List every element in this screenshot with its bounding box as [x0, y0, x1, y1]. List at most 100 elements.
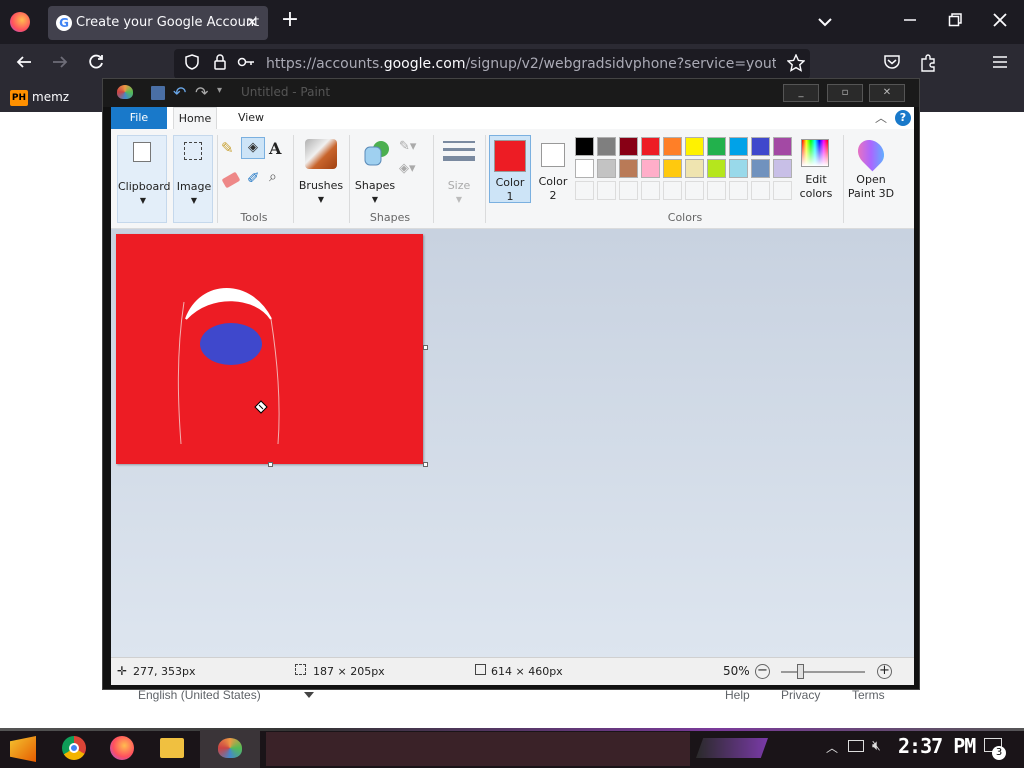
redo-icon[interactable]: ↷ [195, 83, 208, 102]
image-button[interactable]: Image ▼ [173, 135, 213, 223]
extensions-puzzle-icon[interactable] [918, 54, 938, 77]
permissions-key-icon[interactable] [236, 54, 256, 75]
palette-swatch[interactable] [729, 137, 748, 156]
color-picker-icon[interactable]: ✐ [247, 169, 260, 187]
forward-arrow-icon[interactable] [50, 54, 70, 75]
palette-swatch[interactable] [663, 159, 682, 178]
hamburger-menu-icon[interactable] [990, 54, 1010, 74]
resize-handle-bottom[interactable] [268, 462, 273, 467]
palette-swatch[interactable] [575, 159, 594, 178]
palette-swatch[interactable] [685, 159, 704, 178]
resize-handle-corner[interactable] [423, 462, 428, 467]
palette-swatch[interactable] [707, 137, 726, 156]
paint-close-button[interactable]: ✕ [869, 84, 905, 102]
tab-file[interactable]: File [111, 107, 167, 129]
zoom-in-button[interactable]: + [877, 664, 892, 679]
open-paint3d-button[interactable]: Open Paint 3D [847, 134, 895, 209]
firefox-menu-icon[interactable] [10, 12, 30, 32]
undo-icon[interactable]: ↶ [173, 83, 186, 102]
help-icon[interactable]: ? [895, 110, 911, 126]
firefox-taskbar-icon[interactable] [110, 736, 134, 760]
palette-empty-slot[interactable] [751, 181, 770, 200]
edit-colors-button[interactable]: Edit colors [793, 135, 839, 209]
palette-swatch[interactable] [597, 159, 616, 178]
reload-icon[interactable] [86, 54, 106, 75]
fill-bucket-icon[interactable]: ◈ [241, 137, 265, 159]
chrome-icon[interactable] [62, 736, 86, 760]
palette-empty-slot[interactable] [597, 181, 616, 200]
tab-view[interactable]: View [229, 107, 273, 129]
tab-home[interactable]: Home [173, 107, 217, 129]
footer-help-link[interactable]: Help [725, 688, 750, 702]
footer-privacy-link[interactable]: Privacy [781, 688, 820, 702]
palette-empty-slot[interactable] [729, 181, 748, 200]
minimize-window-button[interactable] [900, 12, 920, 32]
url-text[interactable]: https://accounts.google.com/signup/v2/we… [266, 56, 776, 72]
palette-swatch[interactable] [619, 159, 638, 178]
tracking-shield-icon[interactable] [182, 54, 202, 75]
magnifier-icon[interactable]: ⌕ [269, 169, 277, 185]
eraser-icon[interactable] [221, 171, 241, 189]
start-button[interactable] [10, 736, 36, 762]
file-explorer-icon[interactable] [160, 738, 184, 758]
palette-swatch[interactable] [707, 159, 726, 178]
resize-handle-right[interactable] [423, 345, 428, 350]
palette-swatch[interactable] [619, 137, 638, 156]
paint-minimize-button[interactable]: _ [783, 84, 819, 102]
show-hidden-icons-chevron[interactable]: ︿ [826, 739, 838, 756]
palette-swatch[interactable] [729, 159, 748, 178]
zoom-slider-track[interactable] [781, 671, 865, 673]
palette-empty-slot[interactable] [663, 181, 682, 200]
palette-empty-slot[interactable] [575, 181, 594, 200]
bookmark-star-icon[interactable] [786, 53, 806, 77]
close-window-button[interactable] [990, 12, 1010, 32]
text-tool-icon[interactable]: A [269, 139, 287, 158]
palette-swatch[interactable] [597, 137, 616, 156]
palette-swatch[interactable] [685, 137, 704, 156]
shapes-button[interactable]: Shapes ▼ [353, 135, 397, 209]
palette-empty-slot[interactable] [707, 181, 726, 200]
new-tab-button[interactable]: + [278, 9, 302, 31]
pocket-icon[interactable] [882, 54, 902, 75]
list-tabs-chevron-icon[interactable] [815, 12, 835, 32]
taskbar-clock[interactable]: 2:37 PM [898, 734, 976, 758]
paint-taskbar-button[interactable] [200, 730, 260, 768]
palette-swatch[interactable] [773, 137, 792, 156]
palette-swatch[interactable] [751, 159, 770, 178]
color1-button[interactable]: Color 1 [489, 135, 531, 203]
brushes-button[interactable]: Brushes ▼ [297, 135, 345, 209]
pencil-icon[interactable]: ✎ [221, 139, 239, 157]
close-tab-icon[interactable]: ✕ [242, 13, 262, 33]
customize-qat-icon[interactable]: ▾ [217, 85, 222, 96]
network-icon[interactable] [848, 740, 864, 752]
palette-swatch[interactable] [641, 137, 660, 156]
language-selector[interactable]: English (United States) [138, 688, 314, 702]
zoom-out-button[interactable]: − [755, 664, 770, 679]
palette-swatch[interactable] [751, 137, 770, 156]
palette-swatch[interactable] [663, 137, 682, 156]
palette-empty-slot[interactable] [773, 181, 792, 200]
lock-icon[interactable] [210, 54, 230, 75]
color2-button[interactable]: Color 2 [533, 135, 573, 203]
zoom-slider-thumb[interactable] [797, 664, 804, 679]
back-arrow-icon[interactable] [14, 54, 34, 75]
palette-empty-slot[interactable] [685, 181, 704, 200]
tab-google-account[interactable]: G Create your Google Account ✕ [48, 6, 268, 40]
bookmark-memz[interactable]: PH memz [10, 89, 90, 107]
restore-window-button[interactable] [945, 12, 965, 32]
volume-muted-icon[interactable]: 🔇︎ [872, 738, 881, 754]
palette-empty-slot[interactable] [619, 181, 638, 200]
drawing-canvas[interactable] [116, 234, 423, 464]
save-icon[interactable] [151, 86, 165, 100]
paint-maximize-button[interactable]: ▫ [827, 84, 863, 102]
palette-swatch[interactable] [641, 159, 660, 178]
paint-title-bar[interactable]: ↶ ↷ ▾ Untitled - Paint _ ▫ ✕ [103, 79, 919, 107]
address-bar[interactable]: https://accounts.google.com/signup/v2/we… [174, 49, 810, 79]
clipboard-button[interactable]: Clipboard ▼ [117, 135, 171, 223]
palette-empty-slot[interactable] [641, 181, 660, 200]
palette-swatch[interactable] [575, 137, 594, 156]
footer-terms-link[interactable]: Terms [852, 688, 885, 702]
paint-app-icon[interactable] [117, 85, 133, 99]
collapse-ribbon-icon[interactable]: ︿ [875, 109, 887, 126]
palette-swatch[interactable] [773, 159, 792, 178]
